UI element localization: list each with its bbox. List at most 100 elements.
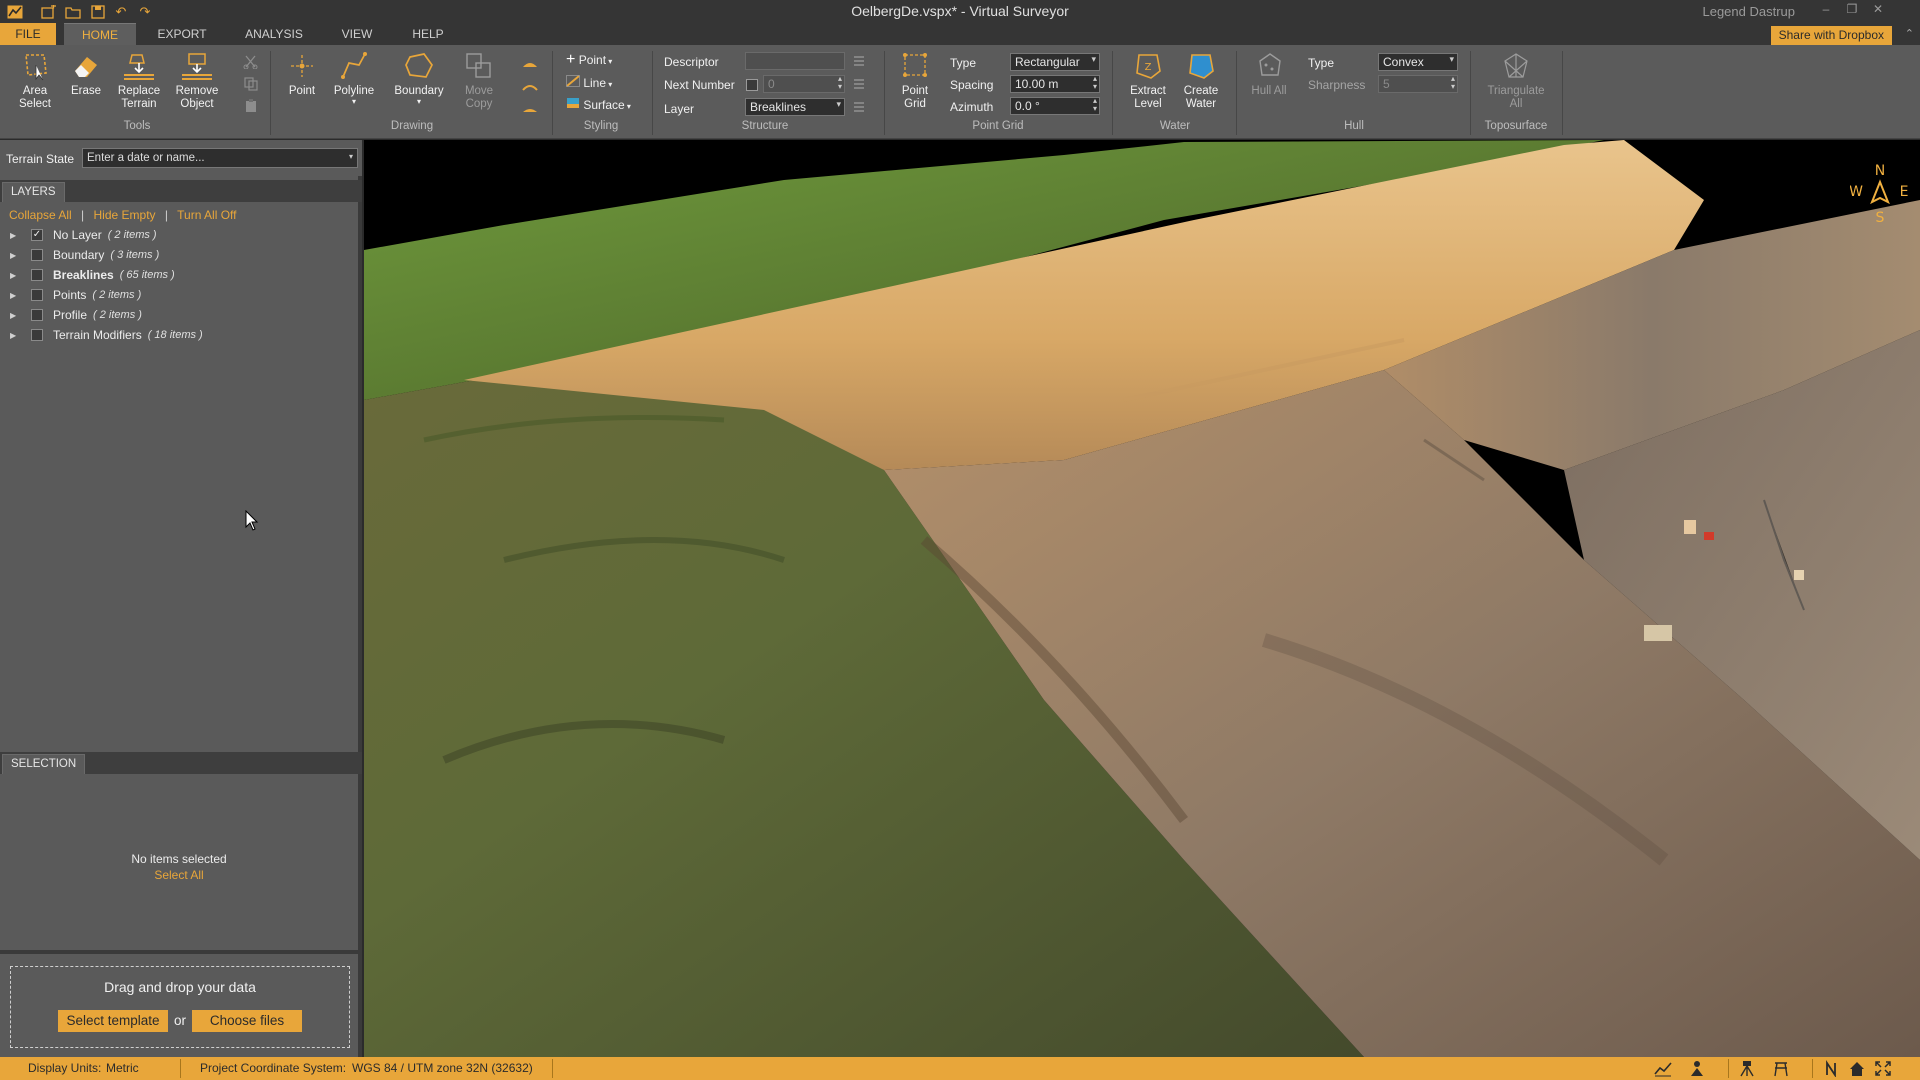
fullscreen-icon[interactable] — [1874, 1060, 1892, 1077]
layer-checkbox[interactable] — [31, 269, 43, 281]
maximize-icon[interactable]: ❐ — [1842, 2, 1862, 20]
user-name[interactable]: Legend Dastrup — [1702, 4, 1795, 19]
minimize-icon[interactable]: – — [1816, 2, 1836, 20]
expand-icon[interactable]: ▶ — [10, 251, 24, 260]
style-line-dropdown[interactable]: Line ▾ — [566, 75, 612, 93]
paste-icon[interactable] — [243, 99, 259, 113]
layer-row-terrain-modifiers[interactable]: ▶ Terrain Modifiers ( 18 items ) — [10, 325, 203, 345]
tripod-icon[interactable] — [1738, 1060, 1756, 1077]
next-number-checkbox[interactable] — [746, 79, 758, 91]
remove-object-icon — [182, 53, 212, 80]
style-point-dropdown[interactable]: + Point ▾ — [566, 52, 612, 71]
tab-view[interactable]: VIEW — [334, 23, 380, 45]
choose-files-button[interactable]: Choose files — [192, 1010, 302, 1032]
remove-object-button[interactable]: Remove Object — [170, 51, 224, 111]
move-copy-button[interactable]: Move Copy — [456, 51, 502, 111]
azimuth-input[interactable]: 0.0 ° ▴ ▾ — [1010, 97, 1100, 115]
grid-survey-icon[interactable] — [1772, 1060, 1790, 1077]
area-select-button[interactable]: Area Select — [12, 51, 58, 111]
tab-file[interactable]: FILE — [0, 23, 56, 45]
compass-icon[interactable]: N S E W — [1850, 160, 1910, 230]
layer-manage-icon[interactable] — [851, 100, 867, 114]
sharpness-spinner[interactable]: ▴ ▾ — [1451, 75, 1455, 91]
spacing-input[interactable]: 10.00 m ▴ ▾ — [1010, 75, 1100, 93]
tab-analysis[interactable]: ANALYSIS — [236, 23, 312, 45]
replace-terrain-icon — [124, 54, 154, 80]
point-grid-group-label: Point Grid — [972, 120, 1024, 132]
expand-icon[interactable]: ▶ — [10, 271, 24, 280]
next-number-spinner[interactable]: ▴ ▾ — [838, 75, 842, 91]
turn-all-off-link[interactable]: Turn All Off — [177, 208, 236, 222]
sharpness-input[interactable]: 5 ▴ ▾ — [1378, 75, 1458, 93]
style-surface-dropdown[interactable]: Surface ▾ — [566, 97, 631, 115]
create-water-icon — [1189, 54, 1214, 79]
list-icon[interactable] — [851, 54, 867, 68]
display-units-value[interactable]: Metric — [106, 1061, 139, 1075]
collapse-ribbon-icon[interactable]: ⌃ — [1905, 27, 1914, 40]
extract-level-icon: Z — [1136, 54, 1161, 79]
layer-row-boundary[interactable]: ▶ Boundary ( 3 items ) — [10, 245, 159, 265]
layer-row-profile[interactable]: ▶ Profile ( 2 items ) — [10, 305, 142, 325]
hide-empty-link[interactable]: Hide Empty — [94, 208, 156, 222]
layer-row-breaklines[interactable]: ▶ Breaklines ( 65 items ) — [10, 265, 175, 285]
create-water-button[interactable]: Create Water — [1178, 51, 1224, 111]
collapse-all-link[interactable]: Collapse All — [9, 208, 72, 222]
select-all-link[interactable]: Select All — [0, 868, 358, 882]
drape-icon[interactable] — [522, 57, 538, 71]
layer-checkbox[interactable]: ✓ — [31, 229, 43, 241]
select-template-button[interactable]: Select template — [58, 1010, 168, 1032]
north-arrow-icon[interactable] — [1822, 1060, 1840, 1077]
hull-all-button[interactable]: Hull All — [1248, 51, 1290, 98]
replace-terrain-button[interactable]: Replace Terrain — [112, 51, 166, 111]
layer-name: Profile — [53, 308, 88, 322]
point-grid-button[interactable]: Point Grid — [894, 51, 936, 111]
close-icon[interactable]: ✕ — [1868, 2, 1888, 20]
polyline-button[interactable]: Polyline ▾ — [330, 51, 378, 106]
layer-row-points[interactable]: ▶ Points ( 2 items ) — [10, 285, 141, 305]
layer-checkbox[interactable] — [31, 249, 43, 261]
terrain-state-input[interactable]: Enter a date or name... ▾ — [82, 148, 358, 168]
layer-label: Layer — [664, 102, 695, 116]
expand-icon[interactable]: ▶ — [10, 231, 24, 240]
3d-viewport[interactable]: N S E W — [364, 140, 1920, 1057]
cut-icon[interactable] — [243, 55, 259, 69]
next-number-input[interactable]: 0 ▴ ▾ — [763, 75, 845, 93]
layer-checkbox[interactable] — [31, 289, 43, 301]
erase-label: Erase — [70, 85, 102, 97]
crs-value[interactable]: WGS 84 / UTM zone 32N (32632) — [352, 1061, 533, 1075]
triangulate-all-button[interactable]: Triangulate All — [1480, 51, 1552, 111]
expand-icon[interactable]: ▶ — [10, 311, 24, 320]
expand-icon[interactable]: ▶ — [10, 331, 24, 340]
tab-selection[interactable]: SELECTION — [2, 754, 86, 774]
azimuth-spinner[interactable]: ▴ ▾ — [1093, 97, 1097, 113]
numbering-icon[interactable] — [851, 77, 867, 91]
erase-button[interactable]: Erase — [66, 51, 106, 98]
descriptor-input[interactable] — [745, 52, 845, 70]
copy-icon[interactable] — [243, 77, 259, 91]
hull-type-select[interactable]: Convex ▾ — [1378, 53, 1458, 71]
grid-type-select[interactable]: Rectangular ▾ — [1010, 53, 1100, 71]
tab-home[interactable]: HOME — [64, 23, 136, 45]
share-with-dropbox-button[interactable]: Share with Dropbox — [1770, 26, 1892, 45]
mouse-cursor-icon — [245, 510, 259, 531]
extract-level-button[interactable]: Z Extract Level — [1124, 51, 1172, 111]
flatten-icon[interactable] — [522, 101, 538, 115]
tab-help[interactable]: HELP — [404, 23, 452, 45]
layer-row-no-layer[interactable]: ▶ ✓ No Layer ( 2 items ) — [10, 225, 157, 245]
layer-select[interactable]: Breaklines ▾ — [745, 98, 845, 116]
boundary-button[interactable]: Boundary ▾ — [388, 51, 450, 106]
expand-icon[interactable]: ▶ — [10, 291, 24, 300]
triangulate-all-label: Triangulate All — [1487, 85, 1545, 110]
point-button[interactable]: Point — [282, 51, 322, 98]
spacing-spinner[interactable]: ▴ ▾ — [1093, 75, 1097, 91]
home-view-icon[interactable] — [1848, 1060, 1866, 1077]
drape-line-icon[interactable] — [522, 79, 538, 93]
tab-layers[interactable]: LAYERS — [2, 182, 65, 202]
layer-name: Points — [53, 288, 87, 302]
tab-export[interactable]: EXPORT — [148, 23, 216, 45]
layer-checkbox[interactable] — [31, 329, 43, 341]
drop-zone[interactable]: Drag and drop your data Select template … — [10, 966, 350, 1048]
profile-chart-icon[interactable] — [1654, 1060, 1672, 1077]
surveyor-icon[interactable] — [1688, 1060, 1706, 1077]
layer-checkbox[interactable] — [31, 309, 43, 321]
